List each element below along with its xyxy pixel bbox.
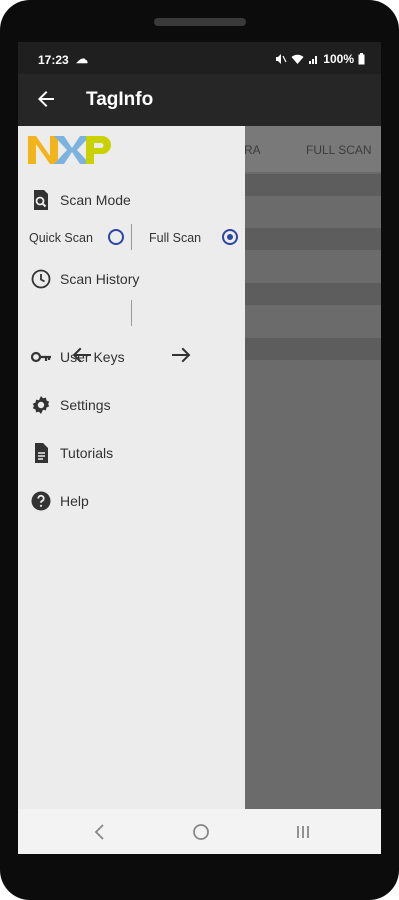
tab-extra[interactable]: RA (244, 143, 261, 157)
clock-icon (31, 269, 51, 289)
scan-mode-label: Scan Mode (60, 192, 131, 208)
nav-help[interactable]: Help (18, 483, 245, 519)
status-bar: 17:23 ☁ 100% (18, 42, 381, 74)
key-icon (30, 351, 51, 363)
quick-scan-radio[interactable] (108, 229, 124, 245)
tutorials-label: Tutorials (60, 445, 114, 461)
wifi-icon (291, 54, 304, 64)
recents-icon[interactable] (291, 820, 315, 844)
nav-settings[interactable]: Settings (18, 387, 245, 423)
nav-tutorials[interactable]: Tutorials (18, 435, 245, 471)
nxp-logo (28, 136, 111, 164)
document-icon (35, 443, 48, 463)
navigation-drawer: Scan Mode Quick Scan Full Scan Scan Hist… (18, 126, 245, 809)
scan-history-label: Scan History (60, 271, 140, 287)
battery-icon (358, 53, 365, 65)
help-label: Help (60, 493, 89, 509)
signal-icon (309, 56, 318, 64)
help-icon (31, 491, 51, 511)
full-scan-radio[interactable] (222, 229, 238, 245)
arrow-back-icon[interactable] (34, 87, 58, 111)
app-title: TagInfo (86, 89, 154, 110)
nav-scan-history[interactable]: Scan History (18, 261, 245, 297)
app-bar: TagInfo (18, 74, 381, 126)
quick-scan-label[interactable]: Quick Scan (29, 231, 93, 255)
battery-percent: 100% (323, 52, 354, 66)
system-navigation-bar (18, 809, 381, 854)
phone-frame: 17:23 ☁ 100% TagInfo RA FULL SCAN Scan M… (0, 0, 399, 900)
scan-mode-icon (34, 190, 48, 210)
nav-user-keys[interactable]: User Keys (18, 339, 245, 375)
gear-icon (32, 396, 50, 414)
earpiece-speaker (154, 18, 246, 26)
history-divider (131, 300, 132, 326)
status-icons: 100% (275, 52, 365, 66)
nav-scan-mode: Scan Mode (18, 182, 245, 218)
status-time: 17:23 (38, 53, 69, 67)
cloud-icon: ☁ (76, 52, 88, 66)
scan-option-divider (131, 224, 132, 250)
user-keys-label: User Keys (60, 349, 125, 365)
screen: 17:23 ☁ 100% TagInfo RA FULL SCAN Scan M… (18, 42, 381, 854)
full-scan-label[interactable]: Full Scan (149, 231, 201, 255)
tab-full-scan[interactable]: FULL SCAN (306, 143, 372, 157)
mute-icon (276, 54, 287, 64)
home-icon[interactable] (189, 820, 213, 844)
back-icon[interactable] (88, 820, 112, 844)
settings-label: Settings (60, 397, 111, 413)
full-scan-radio-selected (227, 234, 233, 240)
